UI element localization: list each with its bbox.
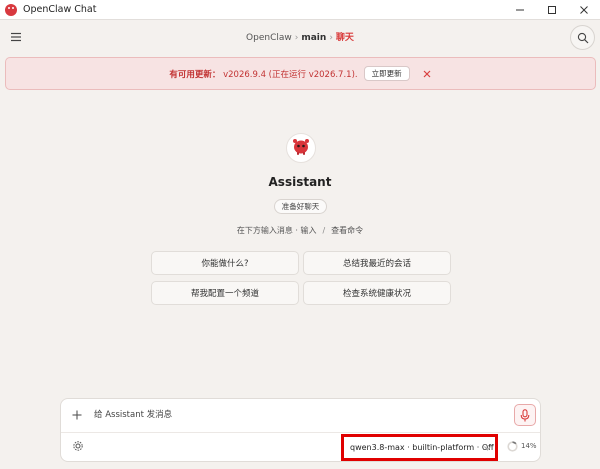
model-selector-value: qwen3.8-max · builtin-platform · Off [350, 443, 494, 452]
breadcrumb-branch[interactable]: main [301, 33, 326, 43]
window-title: OpenClaw Chat [23, 4, 97, 15]
update-banner: 有可用更新： v2026.9.4 (正在运行 v2026.7.1). 立即更新 [5, 57, 596, 90]
breadcrumb-separator: › [294, 33, 299, 43]
context-usage-percent: 14% [521, 442, 537, 450]
avatar [286, 133, 316, 163]
search-icon[interactable] [570, 25, 595, 50]
close-icon[interactable] [422, 69, 432, 79]
hint-slash: / [322, 226, 326, 235]
update-label: 有可用更新： [169, 69, 221, 80]
update-version-text: v2026.9.4 (正在运行 v2026.7.1). [223, 69, 358, 80]
suggestion-configure-channel[interactable]: 帮我配置一个频道 [151, 281, 299, 305]
maximize-icon[interactable] [536, 0, 568, 20]
microphone-icon[interactable] [514, 404, 536, 426]
red-mascot-icon [291, 137, 311, 159]
app-header: OpenClaw › main › 聊天 [0, 20, 600, 54]
gear-icon[interactable] [71, 439, 84, 452]
context-usage-ring [507, 441, 518, 452]
assistant-name: Assistant [268, 175, 332, 189]
model-selector[interactable]: qwen3.8-max · builtin-platform · Off [341, 434, 498, 461]
composer-divider [61, 432, 540, 433]
breadcrumb-current-page: 聊天 [335, 33, 354, 43]
app-logo-icon [5, 3, 17, 16]
update-now-button[interactable]: 立即更新 [363, 66, 410, 81]
message-input[interactable] [94, 407, 474, 423]
hint-commands-text: 查看命令 [331, 226, 364, 235]
suggestion-summarize-sessions[interactable]: 总结我最近的会话 [303, 251, 451, 275]
window-controls [504, 0, 600, 20]
message-composer: qwen3.8-max · builtin-platform · Off 14% [60, 398, 541, 462]
plus-icon[interactable] [70, 408, 84, 422]
breadcrumb: OpenClaw › main › 聊天 [0, 30, 600, 43]
suggestion-what-can-you-do[interactable]: 你能做什么? [151, 251, 299, 275]
status-badge: 准备好聊天 [274, 199, 327, 214]
update-message: 有可用更新： v2026.9.4 (正在运行 v2026.7.1). [169, 68, 357, 80]
breadcrumb-separator: › [329, 33, 333, 43]
close-icon[interactable] [568, 0, 600, 20]
breadcrumb-root[interactable]: OpenClaw [246, 33, 292, 43]
window-titlebar: OpenClaw Chat [0, 0, 600, 20]
input-hint: 在下方输入消息 · 输入 / 查看命令 [0, 225, 600, 236]
suggestion-check-health[interactable]: 检查系统健康状况 [303, 281, 451, 305]
hint-text: 在下方输入消息 · 输入 [236, 226, 317, 235]
minimize-icon[interactable] [504, 0, 536, 20]
chevron-down-icon [484, 445, 491, 452]
